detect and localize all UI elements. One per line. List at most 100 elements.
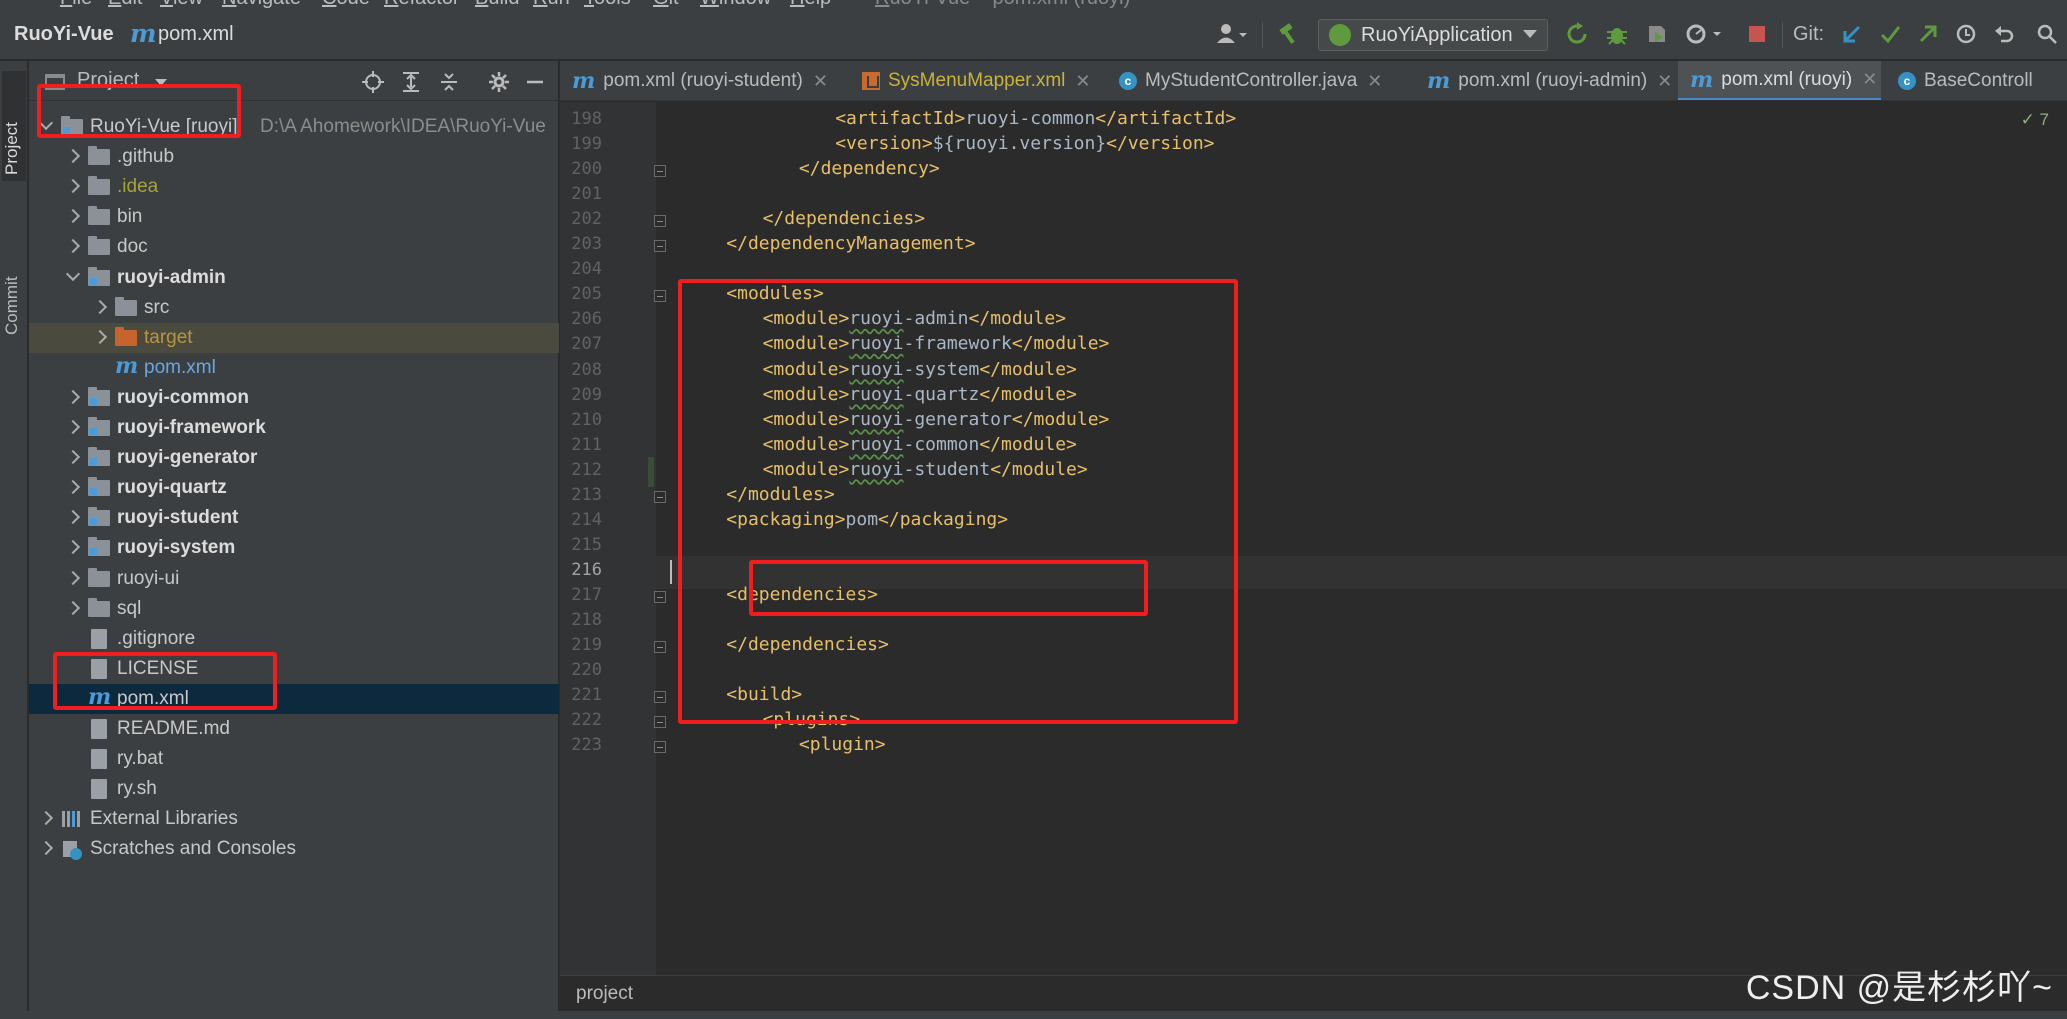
run-configuration-select[interactable]: RuoYiApplication: [1318, 19, 1548, 51]
search-icon[interactable]: [2032, 20, 2062, 48]
tree-item-ruoyi-framework[interactable]: ruoyi-framework: [29, 413, 559, 443]
chevron-right-icon[interactable]: [65, 209, 81, 224]
debug-icon[interactable]: [1602, 20, 1632, 48]
tree-item-scratches-and-consoles[interactable]: Scratches and Consoles: [29, 834, 559, 864]
close-icon[interactable]: ✕: [1367, 71, 1382, 92]
chevron-right-icon[interactable]: [65, 480, 81, 495]
rerun-icon[interactable]: [1562, 20, 1592, 48]
fold-marker-icon[interactable]: [654, 290, 666, 303]
fold-marker-icon[interactable]: [654, 240, 666, 253]
tree-item-github[interactable]: .github: [29, 142, 559, 172]
close-icon[interactable]: ✕: [1862, 69, 1877, 90]
breadcrumb-file[interactable]: pom.xml: [158, 23, 234, 46]
breadcrumb-project[interactable]: RuoYi-Vue: [14, 23, 114, 46]
hide-panel-icon[interactable]: [521, 68, 549, 96]
fold-marker-icon[interactable]: [654, 590, 666, 603]
tree-item-src[interactable]: src: [29, 293, 559, 323]
chevron-right-icon[interactable]: [65, 149, 81, 164]
tree-item-external-libraries[interactable]: External Libraries: [29, 804, 559, 834]
tree-item-ruoyi-vue-ruoyi[interactable]: RuoYi-Vue [ruoyi] D:\A Ahomework\IDEA\Ruo…: [29, 112, 559, 142]
collapse-all-icon[interactable]: [435, 68, 463, 96]
menu-item-file[interactable]: File: [60, 0, 92, 8]
tree-item-readme-md[interactable]: README.md: [29, 714, 559, 744]
chevron-down-icon[interactable]: [155, 79, 167, 86]
close-icon[interactable]: ✕: [813, 71, 828, 92]
tree-item-ry-bat[interactable]: ry.bat: [29, 744, 559, 774]
editor-tab-basecontroll[interactable]: c BaseControll: [1886, 61, 2067, 100]
expand-all-icon[interactable]: [397, 68, 425, 96]
user-account-icon[interactable]: [1212, 20, 1252, 48]
menu-item-help[interactable]: Help: [790, 0, 831, 8]
fold-marker-icon[interactable]: [654, 716, 666, 729]
close-icon[interactable]: ✕: [1075, 71, 1090, 92]
close-icon[interactable]: ✕: [1657, 71, 1672, 92]
git-update-icon[interactable]: [1838, 20, 1866, 48]
fold-marker-icon[interactable]: [654, 641, 666, 654]
inspection-widget[interactable]: ✓ 7: [2021, 110, 2049, 130]
tree-item-pom-xml[interactable]: m pom.xml: [29, 353, 559, 383]
tree-item-sql[interactable]: sql: [29, 594, 559, 624]
editor-breadcrumb-item[interactable]: project: [576, 983, 633, 1005]
chevron-right-icon[interactable]: [38, 811, 54, 826]
chevron-right-icon[interactable]: [65, 510, 81, 525]
tree-item-pom-xml[interactable]: m pom.xml: [29, 683, 559, 714]
fold-marker-icon[interactable]: [654, 741, 666, 754]
profiler-icon[interactable]: [1682, 20, 1726, 48]
fold-marker-icon[interactable]: [654, 691, 666, 704]
chevron-right-icon[interactable]: [65, 179, 81, 194]
menu-item-run[interactable]: Run: [533, 0, 570, 8]
chevron-right-icon[interactable]: [65, 540, 81, 555]
tree-item-doc[interactable]: doc: [29, 232, 559, 262]
build-hammer-icon[interactable]: [1274, 20, 1304, 48]
tree-item-ruoyi-student[interactable]: ruoyi-student: [29, 503, 559, 533]
tree-item-bin[interactable]: bin: [29, 202, 559, 232]
project-view-select[interactable]: Project: [77, 69, 139, 92]
chevron-right-icon[interactable]: [65, 450, 81, 465]
chevron-right-icon[interactable]: [65, 600, 81, 615]
chevron-right-icon[interactable]: [92, 299, 108, 314]
chevron-down-icon[interactable]: [38, 115, 54, 131]
rollback-icon[interactable]: [1990, 20, 2018, 48]
menu-item-code[interactable]: Code: [322, 0, 370, 8]
tree-item-idea[interactable]: .idea: [29, 172, 559, 202]
code-editor[interactable]: 198 199 200 201 202 203 204 205 206 207 208 209 210 2…: [560, 102, 2067, 975]
editor-tab-pom-xml-ruoyi-admin[interactable]: m pom.xml (ruoyi-admin) ✕: [1415, 61, 1673, 100]
chevron-right-icon[interactable]: [38, 841, 54, 856]
git-commit-check-icon[interactable]: [1876, 20, 1904, 48]
chevron-right-icon[interactable]: [65, 239, 81, 254]
tree-item-ruoyi-ui[interactable]: ruoyi-ui: [29, 564, 559, 594]
menu-item-view[interactable]: View: [160, 0, 203, 8]
history-clock-icon[interactable]: [1952, 20, 1980, 48]
tree-item-ry-sh[interactable]: ry.sh: [29, 774, 559, 804]
tree-item-target[interactable]: target: [29, 322, 559, 353]
locate-target-icon[interactable]: [359, 68, 387, 96]
fold-marker-icon[interactable]: [654, 215, 666, 228]
chevron-down-icon[interactable]: [65, 266, 81, 281]
settings-gear-icon[interactable]: [485, 68, 513, 96]
menu-item-navigate[interactable]: Navigate: [222, 0, 301, 8]
chevron-right-icon[interactable]: [65, 570, 81, 585]
editor-tab-sysmenumapper-xml[interactable]: SysMenuMapper.xml ✕: [850, 61, 1102, 100]
chevron-right-icon[interactable]: [65, 389, 81, 404]
menu-item-edit[interactable]: Edit: [108, 0, 142, 8]
tree-item-ruoyi-generator[interactable]: ruoyi-generator: [29, 443, 559, 473]
menu-item-build[interactable]: Build: [475, 0, 519, 8]
menu-item-window[interactable]: Window: [700, 0, 771, 8]
editor-tab-mystudentcontroller-java[interactable]: c MyStudentController.java ✕: [1107, 61, 1410, 100]
tree-item-ruoyi-common[interactable]: ruoyi-common: [29, 383, 559, 413]
tree-item-ruoyi-admin[interactable]: ruoyi-admin: [29, 263, 559, 293]
tree-item-license[interactable]: LICENSE: [29, 654, 559, 684]
chevron-right-icon[interactable]: [92, 329, 108, 344]
run-with-coverage-icon[interactable]: [1642, 20, 1672, 48]
fold-marker-icon[interactable]: [654, 490, 666, 503]
menu-item-refactor[interactable]: Refactor: [384, 0, 460, 8]
editor-tab-pom-xml-ruoyi-student[interactable]: m pom.xml (ruoyi-student) ✕: [560, 61, 845, 100]
project-tool-tab[interactable]: Project: [2, 71, 26, 181]
editor-tab-pom-xml-ruoyi[interactable]: m pom.xml (ruoyi) ✕: [1678, 61, 1881, 100]
git-push-icon[interactable]: [1914, 20, 1942, 48]
tree-item-ruoyi-system[interactable]: ruoyi-system: [29, 533, 559, 563]
tree-item-ruoyi-quartz[interactable]: ruoyi-quartz: [29, 473, 559, 503]
stop-icon[interactable]: [1742, 20, 1772, 48]
menu-item-git[interactable]: Git: [653, 0, 679, 8]
tree-item-gitignore[interactable]: .gitignore: [29, 624, 559, 654]
